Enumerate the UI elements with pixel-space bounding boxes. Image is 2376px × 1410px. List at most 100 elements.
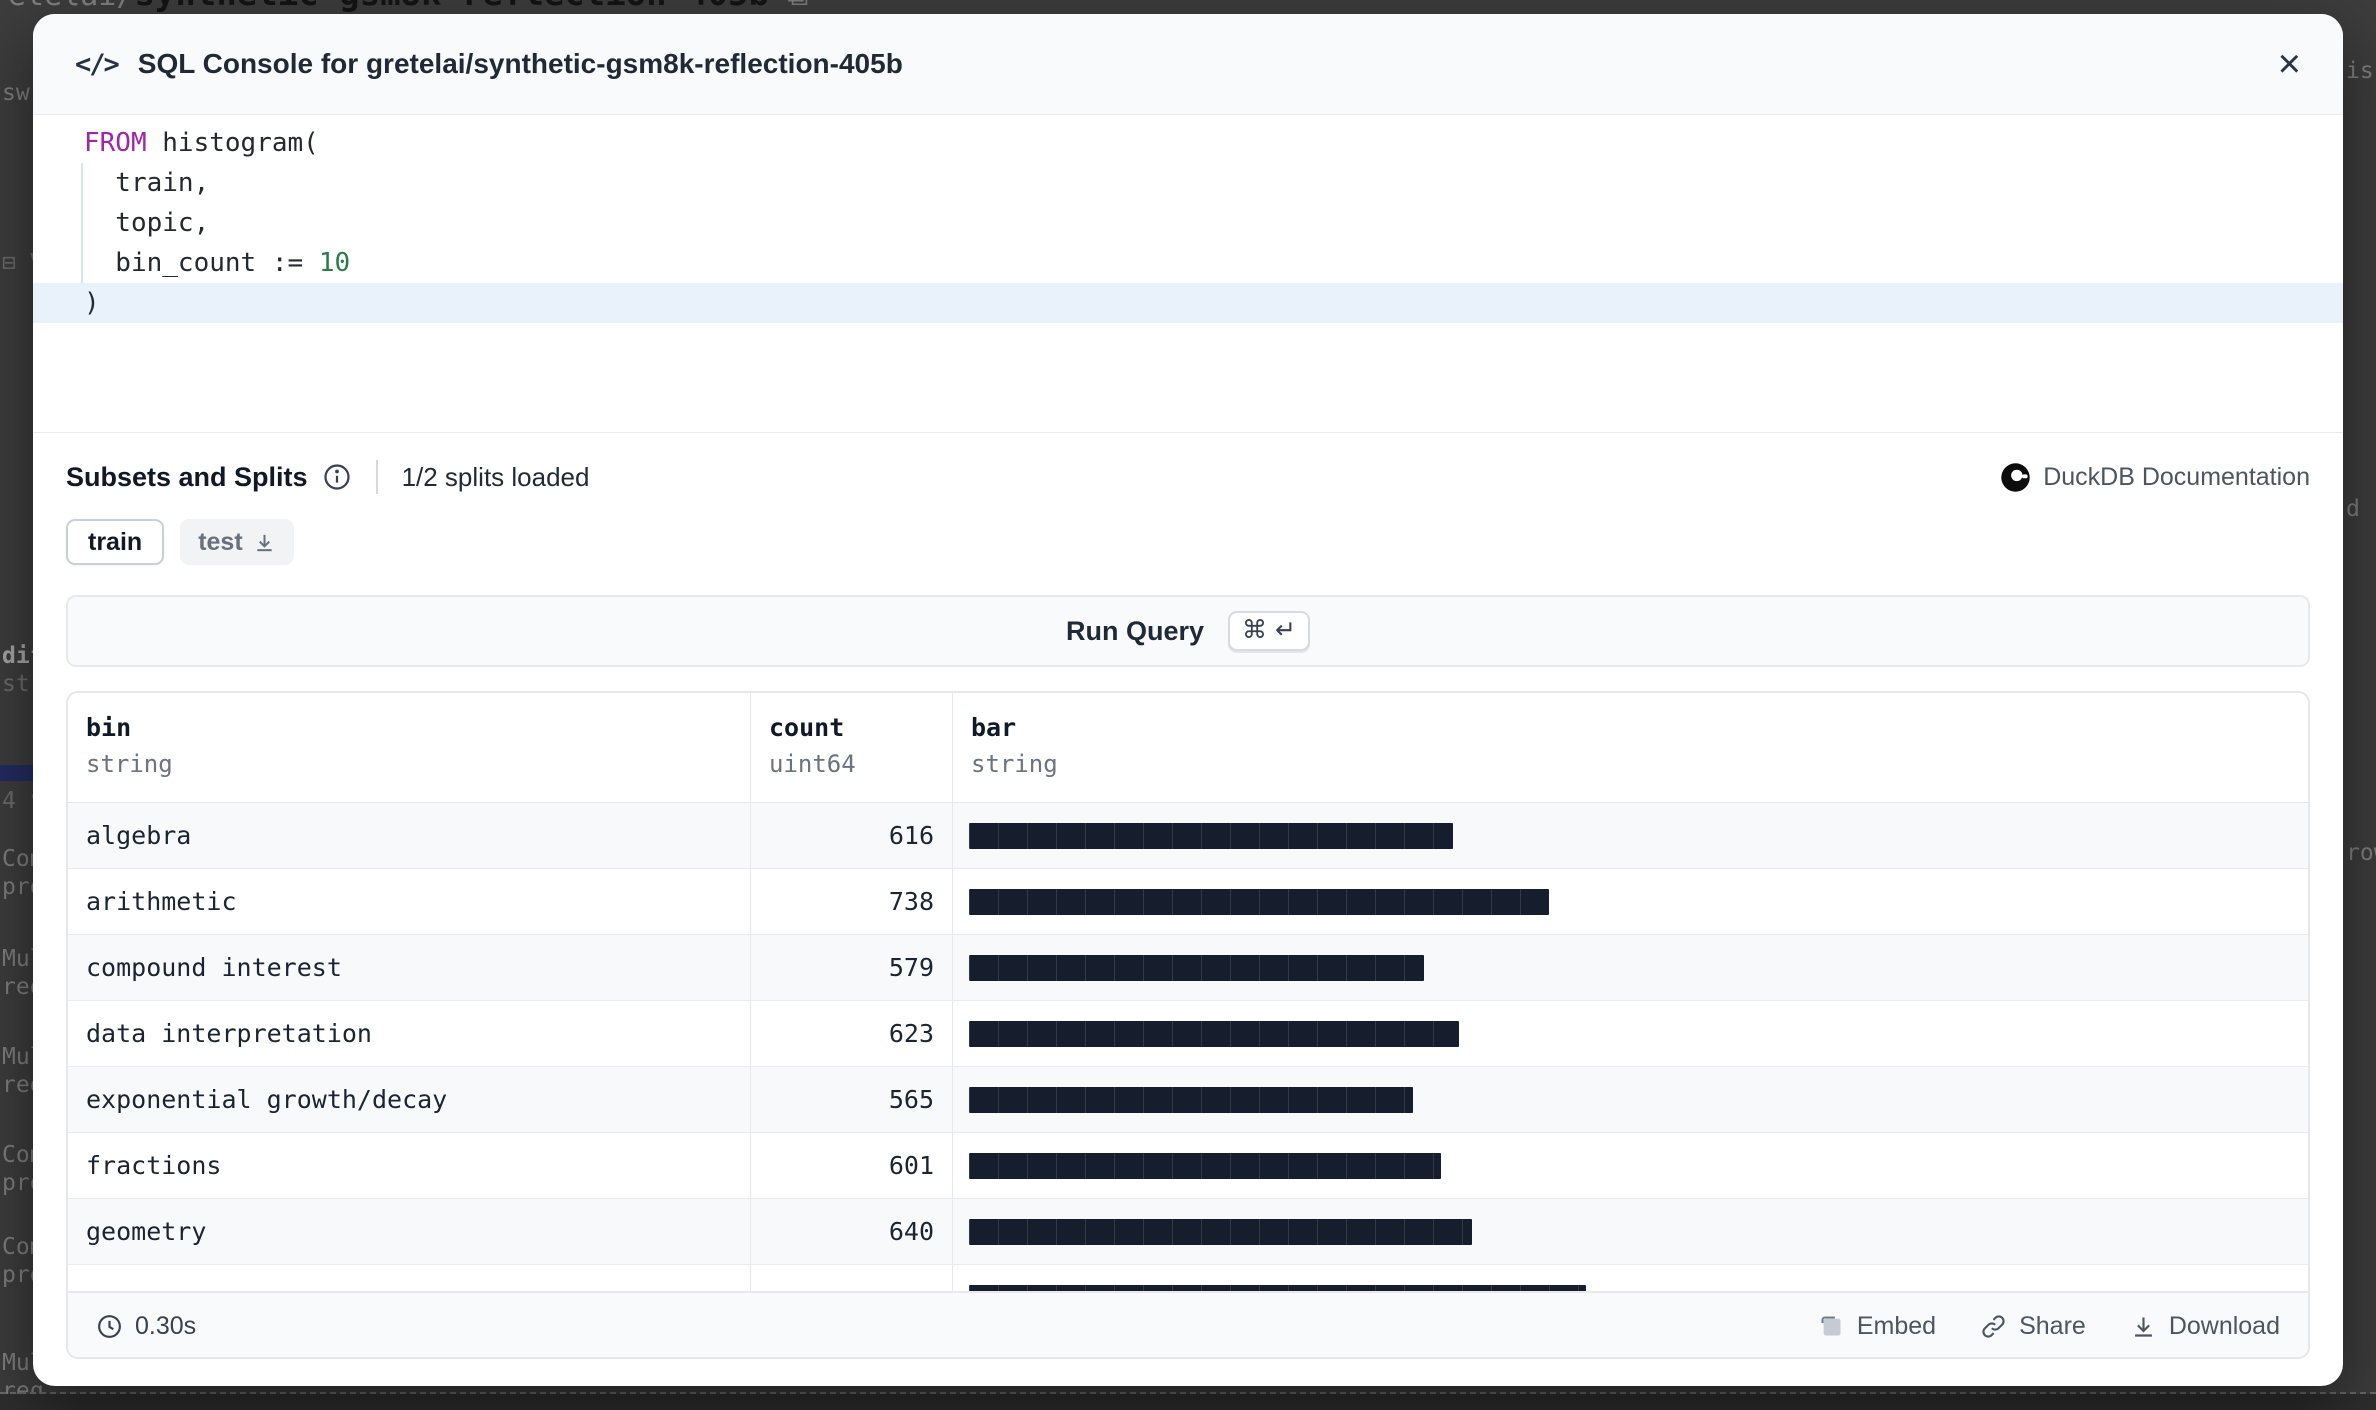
count-cell: 623: [750, 1001, 952, 1066]
split-chips: train test: [33, 519, 2343, 565]
sql-text: topic,: [84, 208, 209, 238]
code-line-1: FROM histogram(: [33, 123, 2343, 163]
histogram-bar: [969, 823, 1453, 849]
query-results-panel: bin string count uint64barstringalgebra616a…: [66, 691, 2310, 1359]
column-name: bin: [86, 713, 750, 742]
bar-cell: [952, 869, 2308, 934]
code-line-2: train,: [33, 163, 2343, 203]
backdrop-bottom-strip: [0, 1394, 2376, 1410]
modal-title: SQL Console for gretelai/synthetic-gsm8k…: [138, 48, 903, 80]
table-row: algebra616: [68, 803, 2308, 869]
splits-loaded-status: 1/2 splits loaded: [402, 462, 590, 493]
count-cell: 738: [750, 869, 952, 934]
command-key-icon: ⌘: [1242, 615, 1267, 645]
code-line-3: topic,: [33, 203, 2343, 243]
bar-cell: [952, 1133, 2308, 1198]
duckdb-documentation-label: DuckDB Documentation: [2043, 463, 2310, 492]
embed-button[interactable]: Embed: [1818, 1312, 1936, 1341]
column-type: string: [971, 750, 2308, 778]
table-row: exponential growth/decay565: [68, 1067, 2308, 1133]
bar-cell: [952, 1265, 2308, 1291]
results-table[interactable]: bin string count uint64barstringalgebra616a…: [68, 693, 2308, 1291]
sql-keyword: FROM: [84, 128, 147, 158]
split-chip-label: test: [198, 528, 242, 557]
bin-cell: exponential growth/decay: [68, 1067, 750, 1132]
count-cell: 601: [750, 1133, 952, 1198]
query-duration-value: 0.30s: [135, 1312, 196, 1341]
download-label: Download: [2169, 1312, 2280, 1341]
code-line-5: ): [33, 283, 2343, 323]
column-header-count: count uint64: [750, 693, 952, 802]
sql-editor[interactable]: FROM histogram( train, topic, bin_count …: [33, 115, 2343, 433]
sql-number: 10: [319, 248, 350, 278]
histogram-bar: [969, 889, 1549, 915]
bar-cell: [952, 1199, 2308, 1264]
bin-cell: compound interest: [68, 935, 750, 1000]
bin-cell: arithmetic: [68, 869, 750, 934]
return-key-icon: ↵: [1275, 615, 1296, 645]
table-row: data interpretation623: [68, 1001, 2308, 1067]
count-cell: 579: [750, 935, 952, 1000]
vertical-separator: [376, 460, 378, 494]
embed-icon: [1818, 1313, 1845, 1340]
split-chip-test[interactable]: test: [180, 519, 293, 565]
histogram-bar: [969, 955, 1424, 981]
histogram-bar: [969, 1087, 1413, 1113]
backdrop-fragment: d: [2346, 498, 2360, 521]
backdrop-dataset-title: etelai/synthetic-gsm8k-reflection-405b ⧉: [8, 0, 808, 14]
footer-actions: Embed Share Download: [1818, 1312, 2280, 1341]
modal-header: </> SQL Console for gretelai/synthetic-g…: [33, 14, 2343, 115]
histogram-bar: [969, 1219, 1472, 1245]
count-cell: 640: [750, 1199, 952, 1264]
bin-cell: fractions: [68, 1133, 750, 1198]
close-icon[interactable]: ×: [2278, 44, 2301, 84]
histogram-bar: [969, 1021, 1459, 1047]
run-query-label: Run Query: [1066, 616, 1204, 647]
code-line-4: bin_count := 10: [33, 243, 2343, 283]
share-label: Share: [2019, 1312, 2086, 1341]
subsets-heading: Subsets and Splits: [66, 462, 308, 493]
bar-cell: [952, 1067, 2308, 1132]
embed-label: Embed: [1857, 1312, 1936, 1341]
sql-text: histogram(: [147, 128, 319, 158]
histogram-bar: [969, 1153, 1441, 1179]
table-row: arithmetic738: [68, 869, 2308, 935]
backdrop-blue-bar: [0, 765, 33, 781]
count-cell: [750, 1265, 952, 1291]
table-row: fractions601: [68, 1133, 2308, 1199]
histogram-bar: [969, 1285, 1586, 1291]
clock-icon: [96, 1313, 123, 1340]
subsets-row: Subsets and Splits 1/2 splits loaded Duc…: [33, 445, 2343, 509]
keyboard-shortcut-badge: ⌘↵: [1228, 611, 1310, 651]
download-icon: [253, 531, 276, 554]
bar-cell: [952, 1001, 2308, 1066]
bin-cell: [68, 1265, 750, 1291]
column-type: string: [86, 750, 750, 778]
sql-text: bin_count :=: [84, 248, 319, 278]
bar-cell: [952, 803, 2308, 868]
table-row-partial: [68, 1265, 2308, 1291]
bin-cell: geometry: [68, 1199, 750, 1264]
count-cell: 565: [750, 1067, 952, 1132]
table-row: compound interest579: [68, 935, 2308, 1001]
bin-cell: data interpretation: [68, 1001, 750, 1066]
query-duration: 0.30s: [96, 1312, 196, 1341]
column-type: uint64: [769, 750, 952, 778]
table-header-row: bin string count uint64barstring: [68, 693, 2308, 803]
download-button[interactable]: Download: [2130, 1312, 2280, 1341]
sql-text: train,: [84, 168, 209, 198]
run-query-button[interactable]: Run Query ⌘↵: [66, 595, 2310, 667]
share-button[interactable]: Share: [1980, 1312, 2086, 1341]
column-header-bar: barstring: [952, 693, 2308, 802]
table-row: geometry640: [68, 1199, 2308, 1265]
share-icon: [1980, 1313, 2007, 1340]
info-icon[interactable]: [322, 462, 352, 492]
bar-cell: [952, 935, 2308, 1000]
download-icon: [2130, 1313, 2157, 1340]
split-chip-label: train: [88, 528, 142, 557]
column-name: count: [769, 713, 952, 742]
bin-cell: algebra: [68, 803, 750, 868]
duckdb-documentation-link[interactable]: DuckDB Documentation: [2000, 462, 2310, 493]
split-chip-train[interactable]: train: [66, 519, 164, 565]
sql-console-modal: </> SQL Console for gretelai/synthetic-g…: [33, 14, 2343, 1386]
